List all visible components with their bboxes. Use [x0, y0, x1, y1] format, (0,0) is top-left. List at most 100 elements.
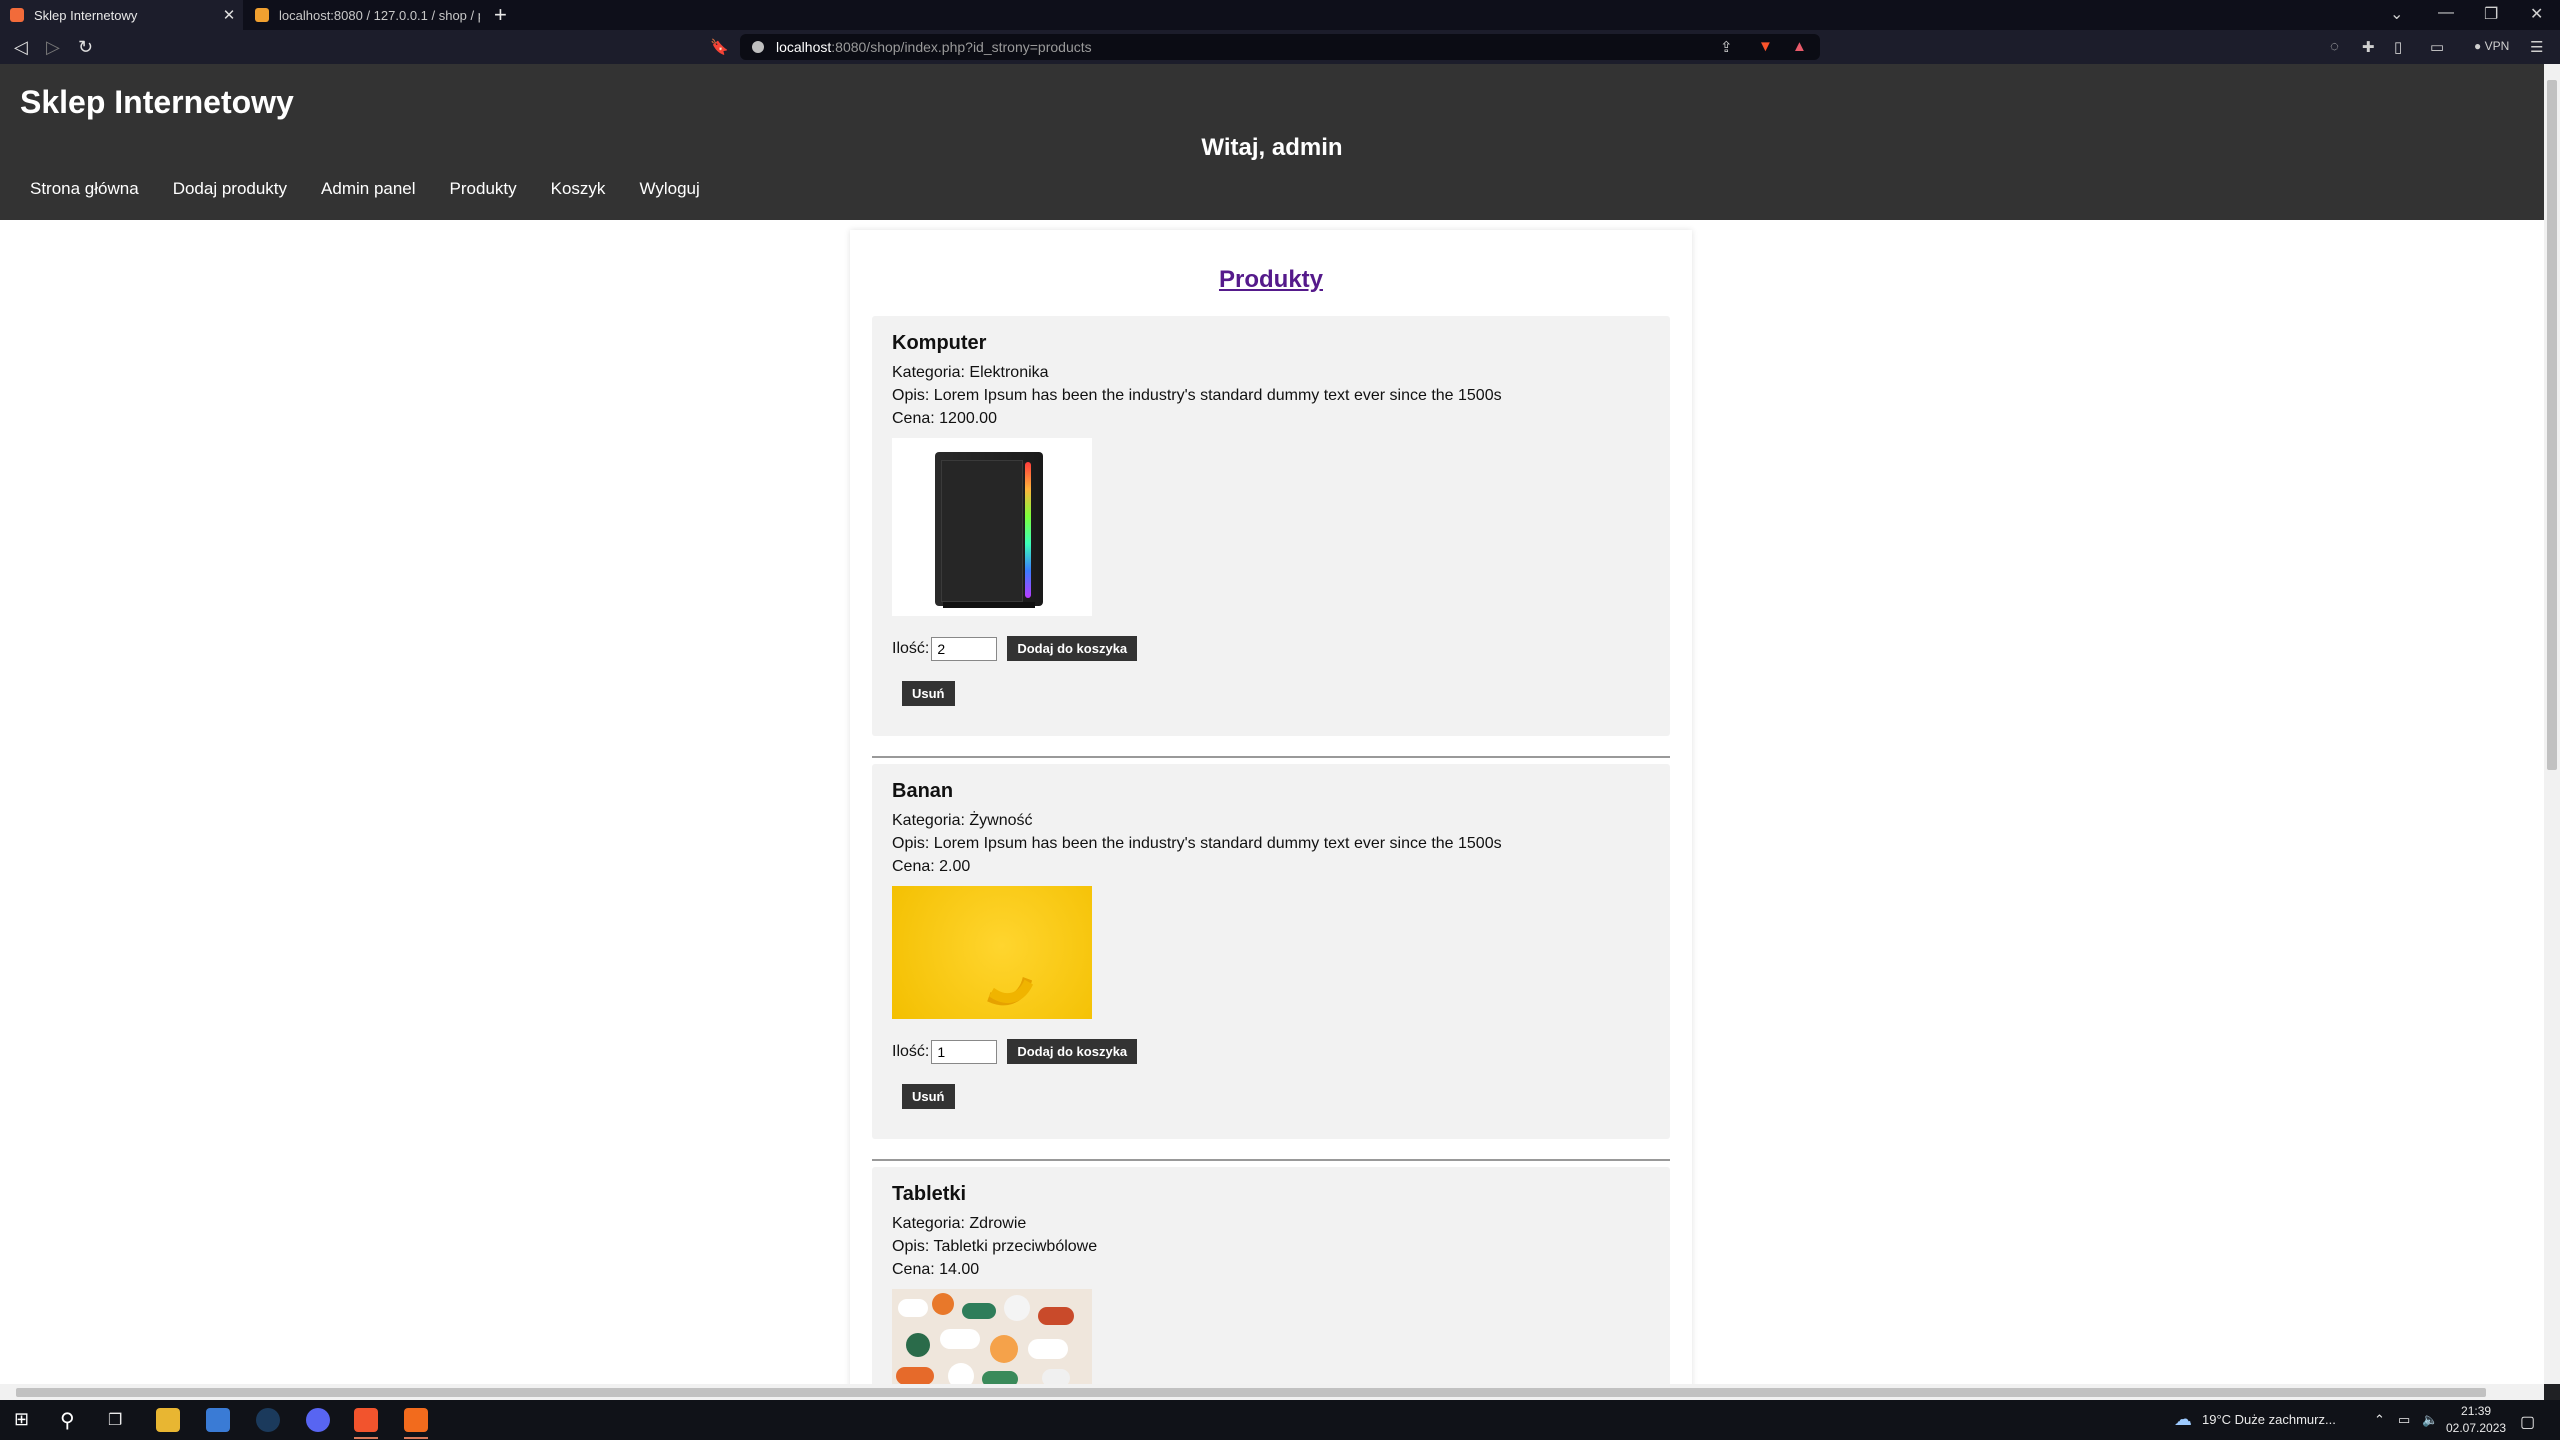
- discord-icon[interactable]: [306, 1408, 330, 1432]
- tab-title: Sklep Internetowy: [34, 7, 138, 23]
- close-tab-icon[interactable]: ✕: [219, 6, 239, 24]
- product-card: Banan Kategoria: Żywność Opis: Lorem Ips…: [872, 764, 1670, 1139]
- description-label: Opis:: [892, 387, 934, 404]
- quantity-label: Ilość:: [892, 1042, 930, 1060]
- quantity-input[interactable]: [931, 1039, 998, 1064]
- windows-start-icon[interactable]: ⊞: [14, 1409, 29, 1430]
- tray-chevron-icon[interactable]: ⌃: [2374, 1412, 2385, 1428]
- search-icon[interactable]: ⚲: [60, 1408, 75, 1433]
- brave-shield-icon[interactable]: ▼: [1758, 38, 1773, 55]
- new-tab-plus-icon[interactable]: +: [494, 3, 507, 27]
- minimize-icon[interactable]: —: [2438, 4, 2454, 22]
- price-value: 1200.00: [939, 410, 997, 427]
- product-price: Cena: 1200.00: [892, 407, 1650, 430]
- pc-case-image: [892, 438, 1092, 616]
- tab-search-chevron-icon[interactable]: ⌄: [2390, 4, 2403, 24]
- nav-produkty[interactable]: Produkty: [450, 179, 517, 199]
- file-explorer-icon[interactable]: [156, 1408, 180, 1432]
- bookmark-icon[interactable]: 🔖: [710, 38, 729, 56]
- share-icon[interactable]: ⇪: [1720, 38, 1733, 56]
- address-bar[interactable]: localhost:8080/shop/index.php?id_strony=…: [740, 34, 1820, 60]
- xampp-icon[interactable]: [404, 1408, 428, 1439]
- product-name: Banan: [892, 780, 954, 802]
- horizontal-scrollbar[interactable]: [0, 1384, 2544, 1400]
- divider: [872, 756, 1670, 758]
- product-description: Opis: Lorem Ipsum has been the industry'…: [892, 384, 1650, 407]
- nav-admin-panel[interactable]: Admin panel: [321, 179, 416, 199]
- price-value: 14.00: [939, 1261, 980, 1278]
- reload-icon[interactable]: ↻: [78, 37, 93, 58]
- brave-browser-icon[interactable]: [354, 1408, 378, 1439]
- browser-tab-bar: Sklep Internetowy ✕ localhost:8080 / 127…: [0, 0, 2560, 30]
- brave-favicon-icon: [10, 8, 24, 22]
- extension-circle-icon[interactable]: ◌: [2330, 38, 2339, 55]
- product-description: Opis: Lorem Ipsum has been the industry'…: [892, 832, 1650, 855]
- category-value: Elektronika: [969, 364, 1049, 381]
- restore-icon[interactable]: ❐: [2484, 4, 2498, 24]
- browser-toolbar: ◁ ▷ ↻ 🔖 localhost:8080/shop/index.php?id…: [0, 30, 2560, 64]
- vpn-label: VPN: [2484, 39, 2510, 53]
- product-card: Komputer Kategoria: Elektronika Opis: Lo…: [872, 316, 1670, 736]
- network-icon[interactable]: ▭: [2398, 1412, 2410, 1428]
- delete-product-button[interactable]: Usuń: [902, 681, 955, 706]
- pills-image: [892, 1289, 1092, 1384]
- page-heading[interactable]: Produkty: [850, 230, 1692, 316]
- extensions-puzzle-icon[interactable]: ✚: [2362, 38, 2375, 56]
- app-icon[interactable]: [206, 1408, 230, 1432]
- vertical-scrollbar[interactable]: [2544, 64, 2560, 1384]
- weather-icon[interactable]: ☁: [2174, 1409, 2192, 1430]
- product-description: Opis: Tabletki przeciwbólowe: [892, 1235, 1650, 1258]
- price-value: 2.00: [939, 858, 971, 875]
- vpn-button[interactable]: ● VPN: [2474, 39, 2509, 53]
- banana-image: [892, 886, 1092, 1019]
- steam-icon[interactable]: [256, 1408, 280, 1432]
- task-view-icon[interactable]: ❐: [108, 1410, 122, 1430]
- sidebar-icon[interactable]: ▯: [2394, 38, 2402, 56]
- site-title: Sklep Internetowy: [20, 84, 294, 120]
- tab-sklep[interactable]: Sklep Internetowy ✕: [0, 0, 243, 30]
- taskbar-clock[interactable]: 21:39 02.07.2023: [2446, 1403, 2506, 1437]
- site-header: Sklep Internetowy Witaj, admin Strona gł…: [0, 64, 2544, 220]
- price-label: Cena:: [892, 1261, 940, 1278]
- tab-phpmyadmin[interactable]: localhost:8080 / 127.0.0.1 / shop / pr: [245, 0, 480, 30]
- close-window-icon[interactable]: ✕: [2530, 4, 2543, 24]
- product-price: Cena: 14.00: [892, 1258, 1650, 1281]
- volume-icon[interactable]: 🔈: [2422, 1412, 2438, 1428]
- add-to-cart-button[interactable]: Dodaj do koszyka: [1007, 636, 1138, 661]
- price-label: Cena:: [892, 858, 940, 875]
- brave-rewards-icon[interactable]: ▲: [1792, 38, 1807, 55]
- tab-title: localhost:8080 / 127.0.0.1 / shop / pr: [279, 7, 480, 23]
- windows-taskbar: ⊞ ⚲ ❐ ☁ 19°C Duże zachmurz... ⌃ ▭ 🔈 21:3…: [0, 1400, 2560, 1440]
- category-value: Zdrowie: [969, 1215, 1027, 1232]
- product-price: Cena: 2.00: [892, 855, 1650, 878]
- nav-wyloguj[interactable]: Wyloguj: [639, 179, 699, 199]
- product-category: Kategoria: Elektronika: [892, 361, 1650, 384]
- page-viewport: Sklep Internetowy Witaj, admin Strona gł…: [0, 64, 2544, 1384]
- product-name: Tabletki: [892, 1183, 967, 1205]
- delete-product-button[interactable]: Usuń: [902, 1084, 955, 1109]
- description-label: Opis:: [892, 1238, 934, 1255]
- content-container: Produkty Komputer Kategoria: Elektronika…: [850, 230, 1692, 1384]
- quantity-row: Ilość: Dodaj do koszyka: [892, 636, 1650, 661]
- product-card: Tabletki Kategoria: Zdrowie Opis: Tablet…: [872, 1167, 1670, 1384]
- clock-date: 02.07.2023: [2446, 1421, 2507, 1435]
- menu-icon[interactable]: ☰: [2530, 38, 2543, 56]
- nav-koszyk[interactable]: Koszyk: [551, 179, 606, 199]
- site-info-icon[interactable]: [752, 41, 764, 53]
- notifications-icon[interactable]: ▢: [2520, 1412, 2535, 1432]
- nav-strona-glowna[interactable]: Strona główna: [30, 179, 139, 199]
- divider: [872, 1159, 1670, 1161]
- url-host: localhost: [776, 39, 832, 55]
- address-url: localhost:8080/shop/index.php?id_strony=…: [776, 39, 1092, 55]
- quantity-input[interactable]: [931, 636, 998, 661]
- wallet-icon[interactable]: ▭: [2430, 38, 2444, 56]
- product-category: Kategoria: Zdrowie: [892, 1212, 1650, 1235]
- add-to-cart-button[interactable]: Dodaj do koszyka: [1007, 1039, 1138, 1064]
- description-value: Lorem Ipsum has been the industry's stan…: [933, 387, 1502, 404]
- forward-icon[interactable]: ▷: [46, 37, 60, 58]
- weather-text[interactable]: 19°C Duże zachmurz...: [2202, 1412, 2336, 1427]
- nav-dodaj-produkty[interactable]: Dodaj produkty: [173, 179, 287, 199]
- product-name: Komputer: [892, 332, 987, 354]
- category-label: Kategoria:: [892, 364, 970, 381]
- back-icon[interactable]: ◁: [14, 37, 28, 58]
